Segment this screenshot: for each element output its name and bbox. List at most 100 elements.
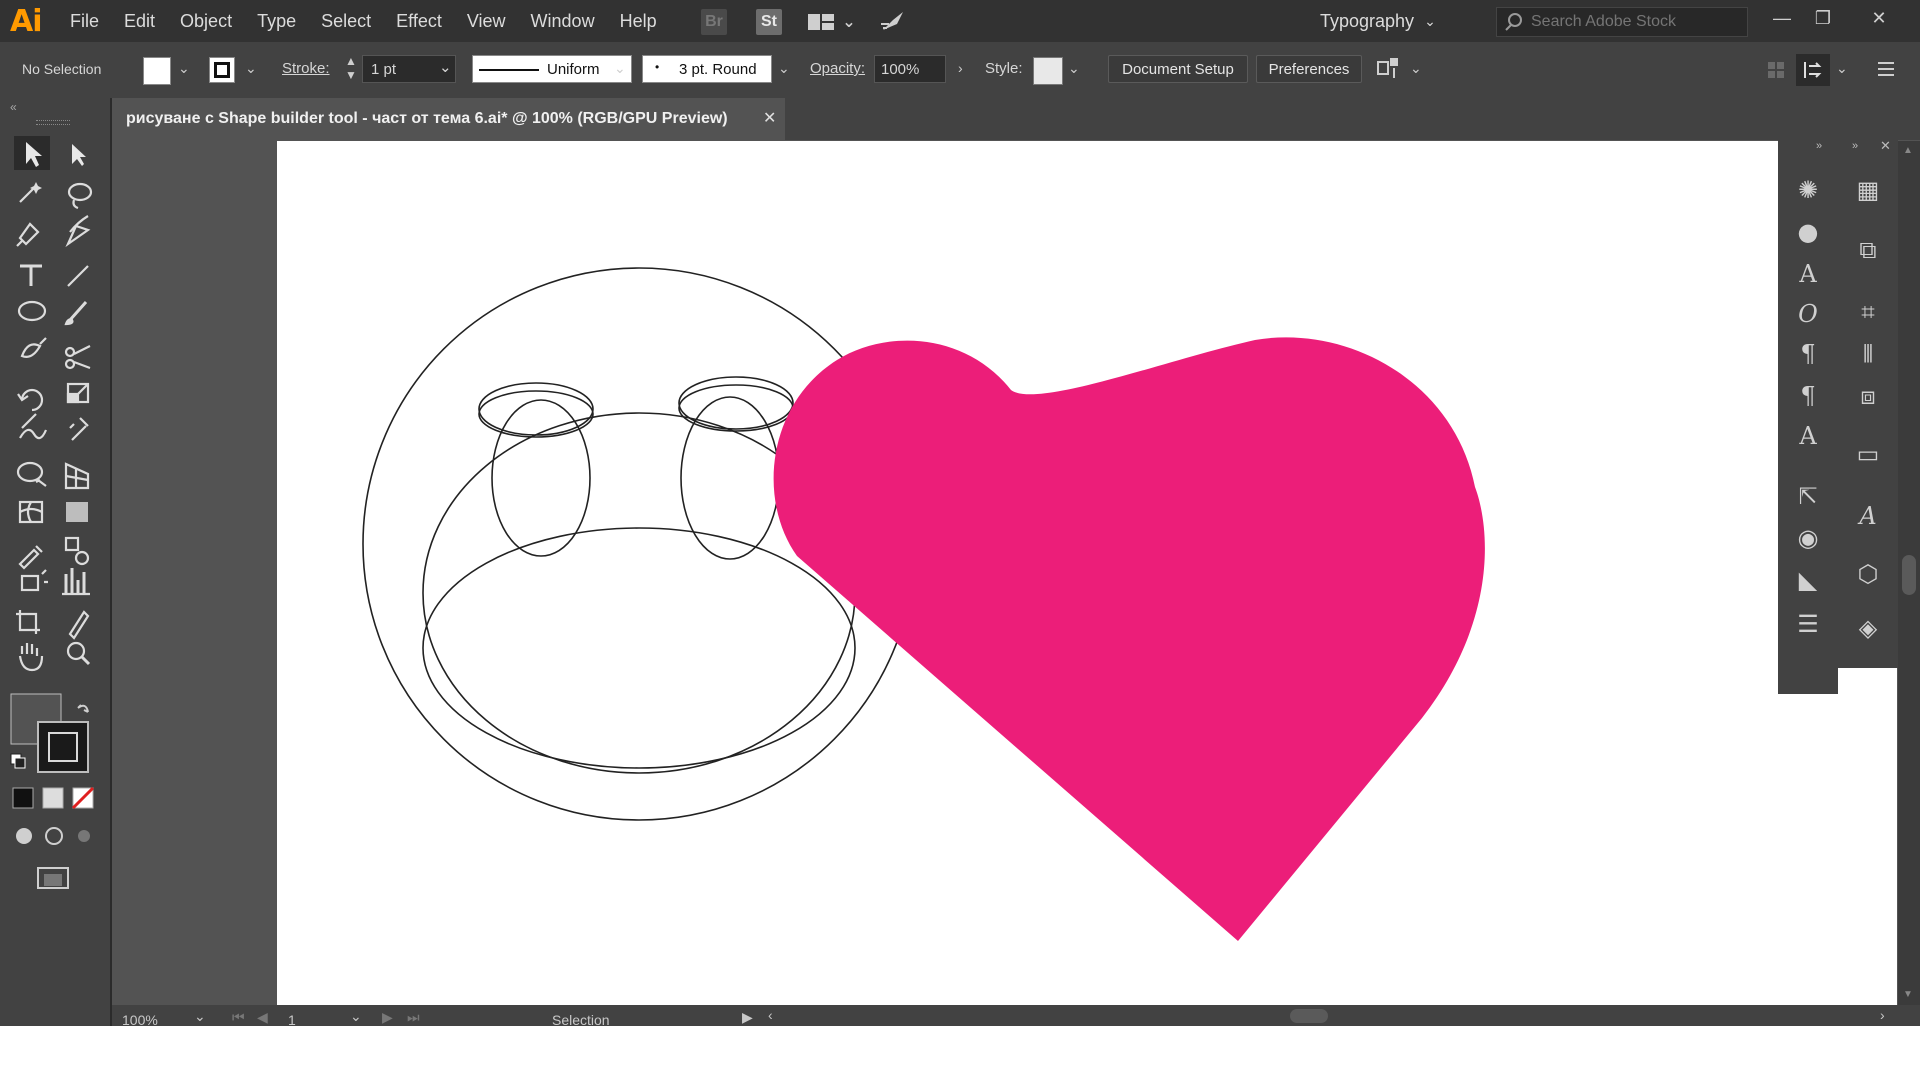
arrange-chevron-down-icon[interactable]: ⌄ — [841, 9, 857, 35]
transform-panel-icon[interactable] — [1796, 54, 1830, 86]
mesh-tool-icon[interactable] — [17, 498, 47, 528]
swap-fill-stroke-icon[interactable] — [76, 698, 94, 716]
zoom-tool-icon[interactable] — [62, 643, 92, 673]
color-guide-icon[interactable]: ✺ — [1790, 174, 1826, 206]
menu-select[interactable]: Select — [321, 11, 371, 32]
menu-file[interactable]: File — [70, 11, 99, 32]
brush-chevron-down-icon[interactable]: ⌄ — [778, 60, 790, 77]
magic-wand-tool-icon[interactable] — [17, 178, 47, 208]
gradient-panel-icon[interactable]: ▭ — [1850, 438, 1886, 470]
blend-tool-icon[interactable] — [62, 538, 92, 568]
transform-icon[interactable]: ⧉ — [1850, 234, 1886, 266]
libraries-icon[interactable]: ▦ — [1850, 174, 1886, 206]
stock-search-input[interactable] — [1531, 13, 1731, 31]
graph-tool-icon[interactable] — [62, 568, 92, 598]
scroll-left-icon[interactable]: ‹ — [768, 1007, 773, 1023]
character-styles-icon[interactable]: A — [1790, 258, 1826, 290]
expand-panels-2-icon[interactable]: » — [1852, 140, 1858, 152]
menu-window[interactable]: Window — [531, 11, 595, 32]
stock-button[interactable]: St — [756, 9, 782, 35]
gradient-mode-icon[interactable] — [43, 788, 63, 808]
artboard-chevron-down-icon[interactable]: ⌄ — [350, 1008, 362, 1025]
first-artboard-icon[interactable]: ⏮ — [232, 1009, 245, 1026]
profile-chevron-down-icon[interactable]: ⌄ — [614, 60, 626, 77]
eyedropper-tool-icon[interactable] — [17, 538, 47, 568]
scissors-tool-icon[interactable] — [62, 338, 92, 368]
style-chevron-down-icon[interactable]: ⌄ — [1068, 60, 1080, 77]
paintbrush-tool-icon[interactable] — [62, 296, 92, 326]
menu-object[interactable]: Object — [180, 11, 232, 32]
stroke-weight-field[interactable]: 1 pt ⌄ — [362, 55, 456, 83]
opacity-chevron-right-icon[interactable]: › — [958, 60, 963, 76]
character-icon[interactable]: A — [1790, 420, 1826, 452]
artboard-tool-icon[interactable] — [17, 608, 47, 638]
menu-type[interactable]: Type — [257, 11, 296, 32]
opacity-label[interactable]: Opacity: — [810, 60, 865, 77]
screen-mode-icon[interactable] — [38, 866, 70, 890]
preferences-button[interactable]: Preferences — [1256, 55, 1362, 83]
close-icon[interactable]: ✕ — [1862, 4, 1896, 32]
selection-tool-icon[interactable] — [17, 138, 47, 168]
panel-arrange-icon[interactable] — [1766, 60, 1786, 85]
scroll-right-icon[interactable]: › — [1880, 1007, 1885, 1023]
paragraph-styles-icon[interactable]: ¶ — [1790, 380, 1826, 412]
scroll-down-icon[interactable]: ▼ — [1903, 989, 1913, 1000]
minimize-icon[interactable]: — — [1765, 4, 1799, 32]
horizontal-scroll-thumb[interactable] — [1290, 1009, 1328, 1023]
graphic-style-swatch[interactable] — [1033, 57, 1063, 85]
line-segment-tool-icon[interactable] — [62, 260, 92, 290]
stroke-color-swatch[interactable] — [38, 724, 88, 772]
stroke-stepper-icon[interactable]: ▲ ▼ — [345, 54, 357, 82]
align-icon[interactable]: ⫴ — [1850, 338, 1886, 370]
fill-swatch[interactable] — [143, 57, 171, 85]
slice-tool-icon[interactable] — [62, 608, 92, 638]
rotate-tool-icon[interactable] — [17, 380, 47, 410]
gpu-performance-icon[interactable] — [878, 9, 908, 35]
vertical-scroll-thumb[interactable] — [1902, 555, 1916, 595]
variable-width-profile[interactable]: Uniform — [472, 55, 632, 83]
scroll-up-icon[interactable]: ▲ — [1903, 145, 1913, 156]
pen-tool-icon[interactable] — [17, 220, 47, 250]
perspective-grid-tool-icon[interactable] — [62, 458, 92, 488]
menu-effect[interactable]: Effect — [396, 11, 442, 32]
document-setup-button[interactable]: Document Setup — [1108, 55, 1248, 83]
artboard[interactable] — [277, 141, 1897, 1005]
shaper-tool-icon[interactable] — [17, 338, 47, 368]
appearance-icon[interactable]: ● — [1790, 216, 1826, 248]
warp-tool-icon[interactable] — [17, 416, 47, 446]
drawing-modes-icon[interactable] — [14, 826, 96, 846]
zoom-level[interactable]: 100% — [122, 1012, 158, 1026]
hand-tool-icon[interactable] — [17, 643, 47, 673]
fill-chevron-down-icon[interactable]: ⌄ — [178, 60, 190, 77]
scale-tool-icon[interactable] — [62, 380, 92, 410]
default-fill-stroke-icon[interactable] — [10, 753, 28, 771]
layers-icon[interactable]: ◈ — [1850, 612, 1886, 644]
restore-icon[interactable]: ❐ — [1806, 4, 1840, 32]
align-options-icon[interactable] — [1376, 56, 1402, 85]
type-tool-icon[interactable] — [17, 260, 47, 290]
ellipse-tool-icon[interactable] — [17, 296, 47, 326]
next-artboard-icon[interactable]: ▶ — [382, 1009, 393, 1026]
shape-builder-tool-icon[interactable] — [17, 458, 47, 488]
export-icon[interactable]: ⇱ — [1790, 480, 1826, 512]
arrange-documents-icon[interactable] — [806, 9, 836, 35]
menu-help[interactable]: Help — [620, 11, 657, 32]
last-artboard-icon[interactable]: ⏭ — [407, 1009, 420, 1026]
zoom-chevron-down-icon[interactable]: ⌄ — [194, 1008, 206, 1025]
curvature-tool-icon[interactable] — [62, 220, 92, 250]
properties-menu-icon[interactable]: ☰ — [1790, 608, 1826, 640]
puppet-warp-tool-icon[interactable] — [62, 416, 92, 446]
stroke-swatch[interactable] — [209, 57, 235, 83]
align-chevron-down-icon[interactable]: ⌄ — [1410, 60, 1422, 77]
stroke-label[interactable]: Stroke: — [282, 60, 330, 77]
expand-panels-icon[interactable]: » — [1816, 140, 1822, 152]
document-tab[interactable]: рисуване с Shape builder tool - част от … — [112, 98, 785, 140]
opacity-field[interactable]: 100% — [874, 55, 946, 83]
glyphs-icon[interactable]: A — [1850, 500, 1886, 532]
close-tab-icon[interactable]: ✕ — [763, 108, 776, 128]
lasso-tool-icon[interactable] — [62, 178, 92, 208]
direct-selection-tool-icon[interactable] — [62, 138, 92, 168]
menu-view[interactable]: View — [467, 11, 506, 32]
close-panels-icon[interactable]: ✕ — [1880, 138, 1891, 154]
bridge-button[interactable]: Br — [701, 9, 727, 35]
